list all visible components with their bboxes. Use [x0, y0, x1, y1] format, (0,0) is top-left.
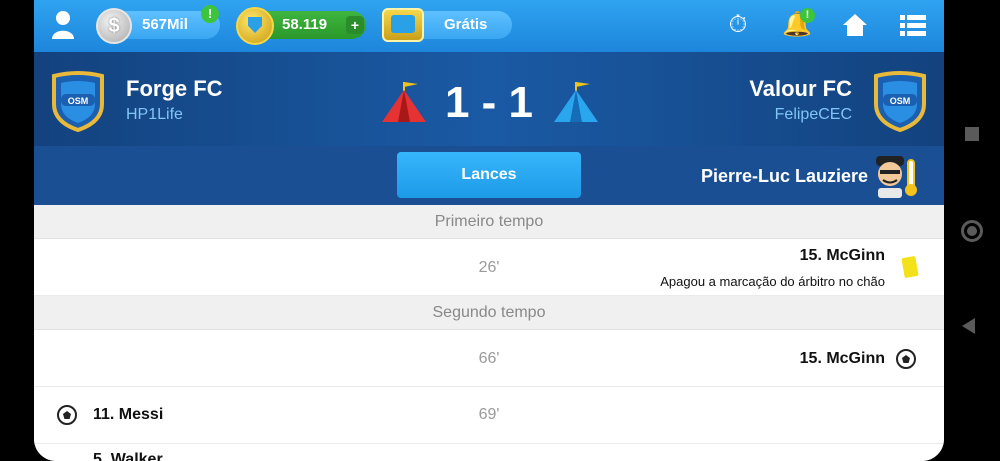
- home-button[interactable]: [961, 220, 983, 242]
- event-player[interactable]: 5. Walker: [93, 451, 163, 461]
- free-label: Grátis: [444, 16, 488, 33]
- event-row[interactable]: 26' 15. McGinn Apagou a marcação do árbi…: [34, 239, 944, 296]
- home-tent-icon: [382, 82, 426, 122]
- match-events-list: Primeiro tempo 26' 15. McGinn Apagou a m…: [34, 205, 944, 461]
- tab-bar: Lances Pierre-Luc Lauziere: [34, 146, 944, 205]
- coin-icon: $: [96, 8, 132, 44]
- goal-ball-icon: [57, 405, 77, 425]
- osm-app: 567Mil $ ! 58.119 + Grátis ⏱ 🔔 ! OSM For…: [34, 0, 944, 461]
- away-team-name[interactable]: Valour FC: [749, 76, 852, 102]
- event-player[interactable]: 15. McGinn: [800, 350, 885, 368]
- away-manager-name[interactable]: FelipeCEC: [775, 106, 852, 124]
- goal-ball-icon: [896, 349, 916, 369]
- home-icon[interactable]: [840, 10, 870, 40]
- coins-alert-badge: !: [201, 5, 219, 23]
- away-team-badge[interactable]: OSM: [870, 70, 930, 132]
- referee-name: Pierre-Luc Lauziere: [700, 166, 868, 186]
- top-bar: 567Mil $ ! 58.119 + Grátis ⏱ 🔔 !: [34, 0, 944, 52]
- bell-alert-badge: !: [800, 8, 815, 23]
- event-minute: 69': [478, 406, 500, 423]
- bosscoin-icon: [236, 7, 274, 45]
- user-profile-icon[interactable]: [50, 10, 76, 40]
- home-team-name[interactable]: Forge FC: [126, 76, 223, 102]
- recent-apps-button[interactable]: [965, 127, 979, 141]
- menu-icon[interactable]: [898, 10, 928, 40]
- tab-lances[interactable]: Lances: [397, 152, 581, 198]
- referee-avatar-icon: [876, 156, 917, 198]
- back-button[interactable]: [962, 318, 975, 334]
- device-screen: 567Mil $ ! 58.119 + Grátis ⏱ 🔔 ! OSM For…: [0, 0, 1000, 461]
- svg-text:OSM: OSM: [68, 96, 89, 106]
- away-tent-icon: [554, 82, 598, 122]
- coins-value: 567Mil: [142, 16, 188, 33]
- stopwatch-icon[interactable]: ⏱: [723, 10, 753, 40]
- home-team-badge[interactable]: OSM: [48, 70, 108, 132]
- event-row[interactable]: 66' 15. McGinn: [34, 330, 944, 387]
- buy-bosscoins-button[interactable]: +: [346, 16, 364, 34]
- event-player[interactable]: 11. Messi: [93, 406, 163, 424]
- section-header-second-half: Segundo tempo: [34, 296, 944, 330]
- event-minute: 26': [478, 259, 500, 276]
- match-score: 1 - 1: [444, 78, 534, 127]
- match-header: OSM Forge FC HP1Life 1 - 1 Valour FC Fel…: [34, 52, 944, 146]
- bosscoins-value: 58.119: [282, 16, 328, 33]
- section-header-first-half: Primeiro tempo: [34, 205, 944, 239]
- event-player[interactable]: 15. McGinn: [800, 247, 885, 265]
- home-manager-name[interactable]: HP1Life: [126, 106, 183, 124]
- tv-icon: [382, 8, 424, 42]
- yellow-card-icon: [901, 255, 919, 279]
- event-minute: 66': [478, 350, 500, 367]
- event-description: Apagou a marcação do árbitro no chão: [660, 274, 885, 289]
- event-row[interactable]: 11. Messi 69': [34, 387, 944, 444]
- svg-text:OSM: OSM: [890, 96, 911, 106]
- event-row[interactable]: 5. Walker: [34, 444, 944, 461]
